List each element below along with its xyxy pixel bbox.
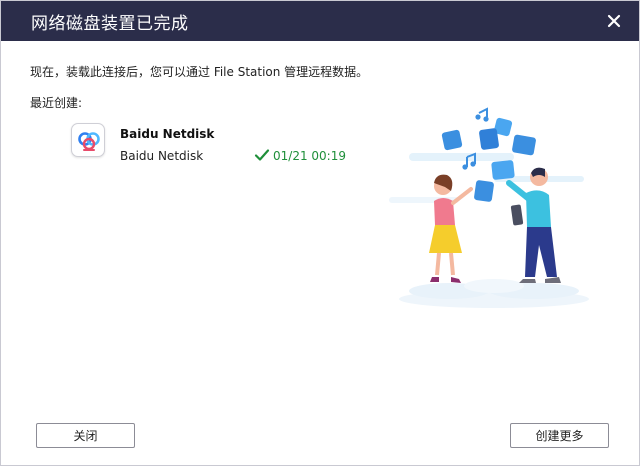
recent-label: 最近创建:	[30, 96, 83, 110]
illustration	[379, 101, 609, 316]
close-icon[interactable]	[603, 10, 625, 32]
dialog-title: 网络磁盘装置已完成	[31, 14, 189, 34]
intro-text: 现在，装载此连接后，您可以通过 File Station 管理远程数据。	[30, 65, 369, 79]
music-note-icon	[475, 107, 489, 122]
connection-subtitle: Baidu Netdisk	[120, 149, 204, 163]
dialog: 网络磁盘装置已完成 现在，装载此连接后，您可以通过 File Station 管…	[0, 0, 640, 466]
create-more-button[interactable]: 创建更多	[510, 423, 609, 448]
check-icon	[254, 147, 270, 163]
close-button[interactable]: 关闭	[36, 423, 135, 448]
title-bar: 网络磁盘装置已完成	[1, 1, 639, 41]
connection-time: 01/21 00:19	[273, 149, 346, 163]
connection-name: Baidu Netdisk	[120, 127, 215, 141]
baidu-netdisk-icon	[71, 123, 105, 157]
